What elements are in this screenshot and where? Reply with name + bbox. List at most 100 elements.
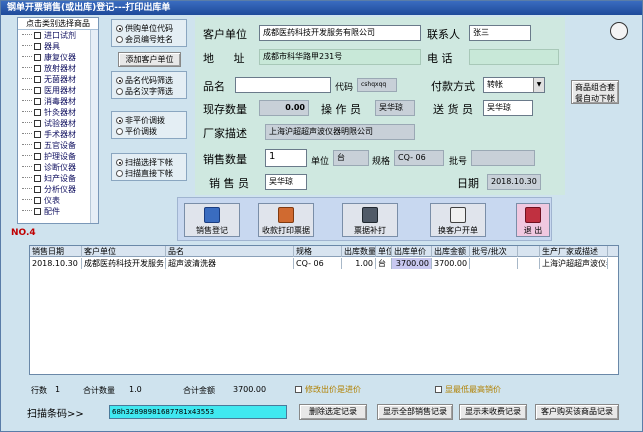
grid-cell[interactable]: 2018.10.30 <box>30 258 82 269</box>
tree-item[interactable]: 妇产设备 <box>18 173 98 184</box>
radio-parity[interactable]: 平价调拨 <box>116 126 186 137</box>
grid-header-cell[interactable]: 规格 <box>294 246 342 257</box>
tree-item[interactable]: 无菌器材 <box>18 74 98 85</box>
show-unpaid-button[interactable]: 显示未收费记录 <box>459 404 527 420</box>
grid-cell[interactable]: CQ- 06 <box>294 258 342 269</box>
checkbox-icon[interactable] <box>34 43 41 50</box>
customer-field[interactable]: 成都医药科技开发服务有限公司 <box>259 25 421 41</box>
check-modify-price[interactable]: 修改出价是进价 <box>295 384 361 395</box>
grid-header-cell[interactable]: 客户单位 <box>82 246 166 257</box>
delivery-field[interactable]: 吴华琼 <box>483 100 533 116</box>
grid-cell[interactable]: 1.00 <box>342 258 376 269</box>
tree-item[interactable]: 分析仪器 <box>18 184 98 195</box>
tree-item[interactable]: 医用器材 <box>18 85 98 96</box>
tree-item[interactable]: 消毒器材 <box>18 96 98 107</box>
payment-label: 付款方式 <box>431 80 475 93</box>
grid-cell[interactable] <box>518 258 540 269</box>
radio-member-name[interactable]: 会员编号姓名 <box>116 34 186 45</box>
seller-field[interactable]: 吴华琼 <box>265 174 307 190</box>
barcode-input[interactable]: 68h32898981687781x43553 <box>109 405 287 419</box>
checkbox-icon[interactable] <box>34 109 41 116</box>
address-field[interactable]: 成都市科华路甲231号 <box>259 49 421 65</box>
checkbox-icon[interactable] <box>34 87 41 94</box>
grid-header-cell[interactable] <box>518 246 540 257</box>
grid-header-cell[interactable]: 批号/批次 <box>470 246 518 257</box>
reprint-button[interactable]: 票据补打 <box>342 203 398 237</box>
exit-button[interactable]: 退 出 <box>516 203 550 237</box>
add-customer-button[interactable]: 添加客户单位 <box>118 52 181 67</box>
product-field[interactable] <box>235 77 331 93</box>
contact-field[interactable]: 张三 <box>469 25 531 41</box>
switch-customer-button[interactable]: 换客户开单 <box>430 203 486 237</box>
grid-header-cell[interactable]: 销售日期 <box>30 246 82 257</box>
checkbox-icon[interactable] <box>34 175 41 182</box>
show-all-sales-button[interactable]: 显示全部销售记录 <box>377 404 453 420</box>
checkbox-icon[interactable] <box>34 32 41 39</box>
grid-header-cell[interactable]: 出库单价 <box>392 246 432 257</box>
checkbox-icon[interactable] <box>34 197 41 204</box>
checkbox-icon[interactable] <box>34 153 41 160</box>
tree-item[interactable]: 五官设备 <box>18 140 98 151</box>
grid-cell[interactable]: 3700.00 <box>392 258 432 269</box>
tree-item[interactable]: 针灸器材 <box>18 107 98 118</box>
grid-cell[interactable]: 上海沪超超声波仪器 <box>540 258 608 269</box>
checkbox-icon[interactable] <box>34 142 41 149</box>
code-field[interactable]: cshqxqq <box>357 78 397 92</box>
delete-record-button[interactable]: 删除选定记录 <box>299 404 367 420</box>
batch-field[interactable] <box>471 150 535 166</box>
radio-scan-direct[interactable]: 扫描直接下帐 <box>116 168 186 179</box>
tree-item[interactable]: 配件 <box>18 206 98 217</box>
grid-header-cell[interactable]: 品名 <box>166 246 294 257</box>
grid-cell[interactable] <box>470 258 518 269</box>
reprint-icon <box>362 207 378 223</box>
checkbox-icon[interactable] <box>34 65 41 72</box>
customer-purchase-history-button[interactable]: 客户购买该商品记录 <box>535 404 619 420</box>
radio-product-code-filter[interactable]: 品名代码筛选 <box>116 75 186 86</box>
tree-item[interactable]: 手术器材 <box>18 129 98 140</box>
checkbox-icon[interactable] <box>34 208 41 215</box>
tree-item[interactable]: 诊断仪器 <box>18 162 98 173</box>
sales-grid[interactable]: 销售日期客户单位品名规格出库数量单位出库单价出库金额批号/批次 生产厂家或描述 2… <box>29 245 619 375</box>
checkbox-icon[interactable] <box>34 98 41 105</box>
checkbox-icon[interactable] <box>34 120 41 127</box>
checkbox-icon[interactable] <box>34 54 41 61</box>
qty-field[interactable]: 1 <box>265 149 307 167</box>
grid-header-cell[interactable]: 出库金额 <box>432 246 470 257</box>
grid-cell[interactable]: 3700.00 <box>432 258 470 269</box>
tree-item[interactable]: 试验器材 <box>18 118 98 129</box>
checkbox-icon[interactable] <box>34 164 41 171</box>
exit-icon <box>525 207 541 223</box>
check-show-price-range[interactable]: 显最低最高销价 <box>435 384 501 395</box>
checkbox-icon[interactable] <box>34 131 41 138</box>
tree-item[interactable]: 进口试剂 <box>18 30 98 41</box>
phone-field[interactable] <box>469 49 559 65</box>
date-field[interactable]: 2018.10.30 <box>487 174 541 190</box>
checkbox-icon[interactable] <box>34 76 41 83</box>
checkbox-icon[interactable] <box>34 186 41 193</box>
category-tree[interactable]: 点击类别选择商品 进口试剂 器具 康复仪器 放射器材 无菌器材 医用器材 消毒器材 针灸器材试… <box>17 17 99 224</box>
date-label: 日期 <box>457 177 479 190</box>
tree-item[interactable]: 仪表 <box>18 195 98 206</box>
radio-supplier-code[interactable]: 供购单位代码 <box>116 23 186 34</box>
tree-item[interactable]: 器具 <box>18 41 98 52</box>
grid-header: 销售日期客户单位品名规格出库数量单位出库单价出库金额批号/批次 生产厂家或描述 <box>30 246 618 257</box>
print-receipt-button[interactable]: 收款打印票据 <box>258 203 314 237</box>
payment-combo[interactable]: 转帐 ▼ <box>483 77 545 93</box>
tree-item[interactable]: 康复仪器 <box>18 52 98 63</box>
circle-button[interactable] <box>610 22 628 40</box>
radio-non-parity[interactable]: 非平价调拨 <box>116 115 186 126</box>
sales-register-button[interactable]: 销售登记 <box>184 203 240 237</box>
grid-cell[interactable]: 成都医药科技开发服务 <box>82 258 166 269</box>
chevron-down-icon[interactable]: ▼ <box>533 78 544 92</box>
tree-item[interactable]: 放射器材 <box>18 63 98 74</box>
grid-cell[interactable]: 超声波清洗器 <box>166 258 294 269</box>
radio-product-name-filter[interactable]: 品名汉字筛选 <box>116 86 186 97</box>
radio-scan-select[interactable]: 扫描选择下帐 <box>116 157 186 168</box>
grid-header-cell[interactable]: 生产厂家或描述 <box>540 246 608 257</box>
tree-item[interactable]: 护理设备 <box>18 151 98 162</box>
grid-cell[interactable]: 台 <box>376 258 392 269</box>
grid-header-cell[interactable]: 单位 <box>376 246 392 257</box>
tree-scrollbar[interactable] <box>90 30 98 223</box>
combo-package-button[interactable]: 商品组合套餐自动下帐 <box>571 80 619 104</box>
grid-header-cell[interactable]: 出库数量 <box>342 246 376 257</box>
